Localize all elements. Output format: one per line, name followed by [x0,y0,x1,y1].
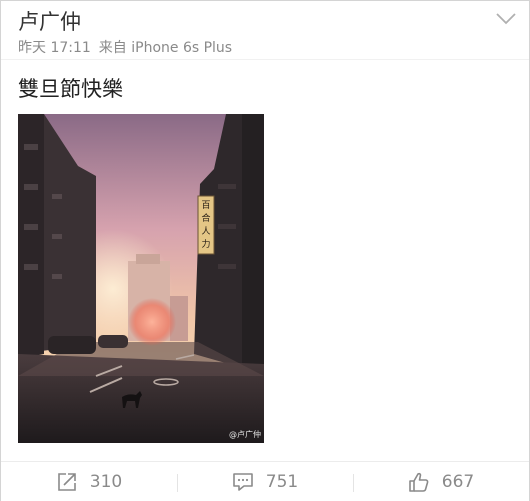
post-meta: 昨天 17:11 来自 iPhone 6s Plus [18,39,232,57]
photo-watermark: @卢广仲 [229,430,261,439]
repost-count: 310 [89,471,123,492]
post-time: 昨天 17:11 [18,40,91,56]
thumbs-up-icon [408,471,430,493]
svg-text:合: 合 [201,212,210,224]
action-bar: 310 751 667 [1,461,529,501]
comment-icon [232,471,254,493]
like-button[interactable]: 667 [353,462,529,501]
photo-parked-car [48,336,96,354]
chevron-down-icon[interactable] [495,11,517,25]
post-header: 卢广仲 昨天 17:11 来自 iPhone 6s Plus [1,1,529,61]
share-icon [56,471,78,493]
author-name[interactable]: 卢广仲 [18,8,81,36]
comment-count: 751 [265,471,299,492]
svg-text:力: 力 [201,238,210,250]
svg-text:人: 人 [201,226,210,237]
svg-text:百: 百 [201,200,210,211]
post-source: 来自 iPhone 6s Plus [98,40,233,56]
photo-lens-flare [128,298,176,346]
post-photo[interactable]: 百 合 人 力 @卢广仲 [18,114,264,443]
comment-button[interactable]: 751 [177,462,353,501]
header-divider [1,59,529,60]
repost-button[interactable]: 310 [1,462,177,501]
like-count: 667 [441,471,475,492]
weibo-post-card: 卢广仲 昨天 17:11 来自 iPhone 6s Plus 雙旦節快樂 百 合… [0,0,530,501]
post-text: 雙旦節快樂 [18,77,123,101]
